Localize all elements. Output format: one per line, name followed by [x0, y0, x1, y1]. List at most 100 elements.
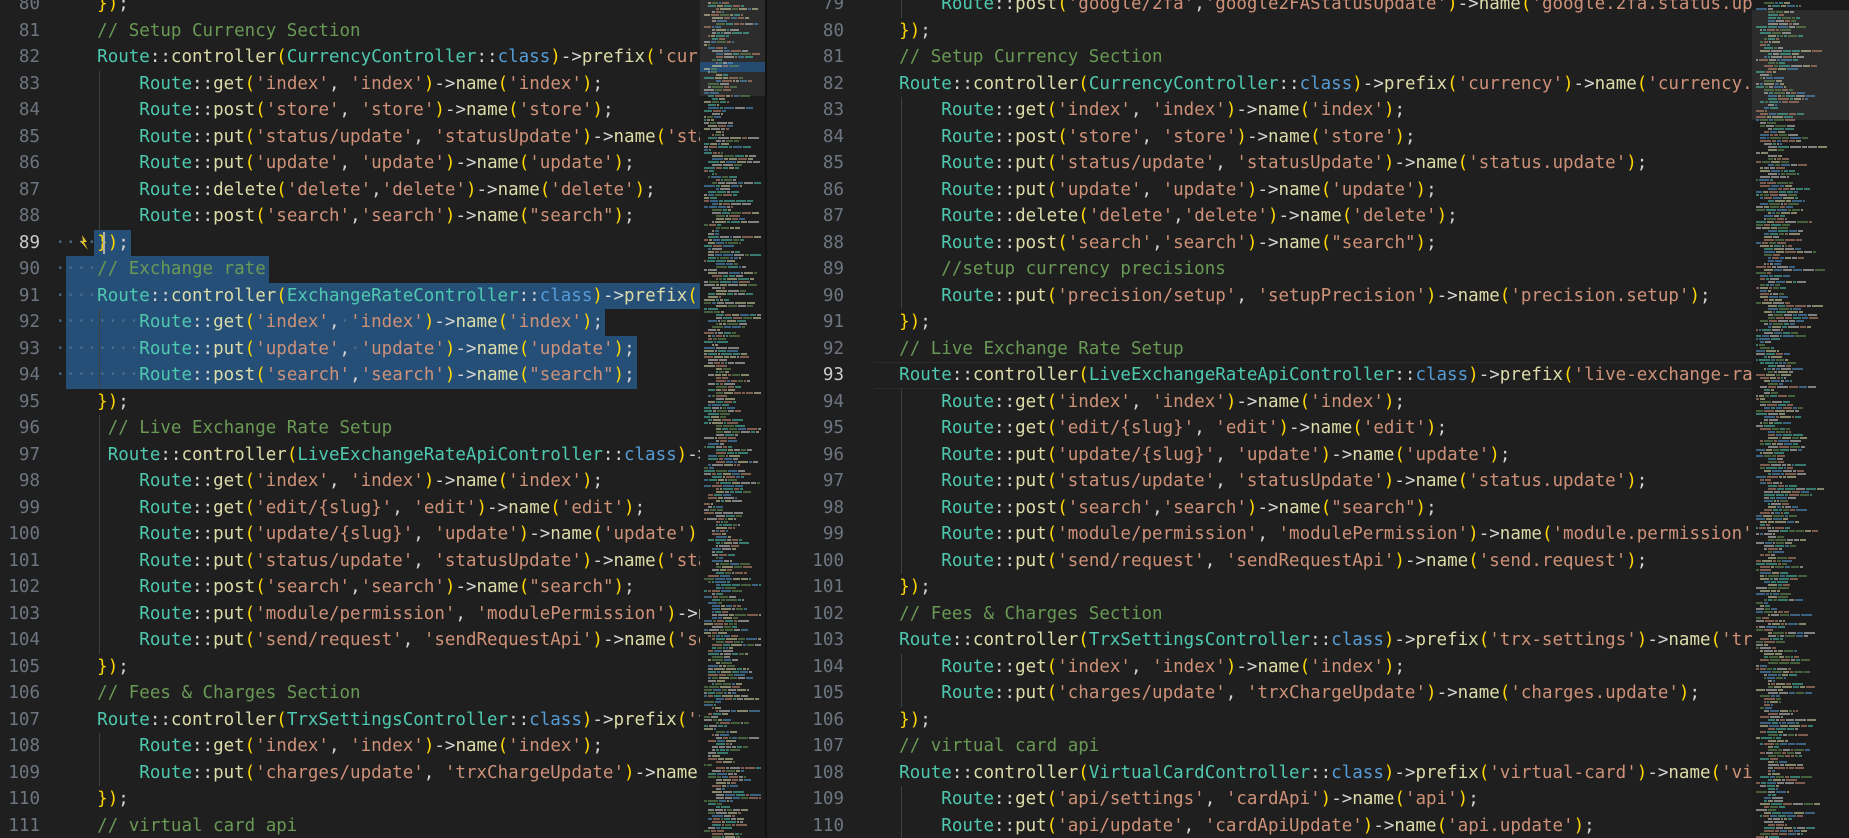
left-code-line[interactable]: 83 Route::get('index', 'index')->name('i…: [0, 71, 700, 98]
code-text[interactable]: // Live Exchange Rate Setup: [857, 336, 1183, 363]
code-text[interactable]: Route::put('module/permission', 'moduleP…: [857, 521, 1752, 548]
left-code-line[interactable]: 110 });: [0, 786, 700, 813]
code-text[interactable]: Route::delete('delete','delete')->name('…: [55, 177, 655, 204]
left-code-line[interactable]: 107 Route::controller(TrxSettingsControl…: [0, 707, 700, 734]
code-text[interactable]: Route::post('google/2fa','google2FAStatu…: [857, 0, 1752, 18]
code-text[interactable]: Route::get('index', 'index')->name('inde…: [857, 97, 1405, 124]
code-text[interactable]: Route::get('index', 'index')->name('inde…: [55, 71, 603, 98]
right-minimap[interactable]: [1752, 0, 1849, 838]
right-code-line[interactable]: 88 Route::post('search','search')->name(…: [767, 230, 1752, 257]
right-code-line[interactable]: 108 Route::controller(VirtualCardControl…: [767, 760, 1752, 787]
right-code-line[interactable]: 99 Route::put('module/permission', 'modu…: [767, 521, 1752, 548]
right-code-line[interactable]: 107 // virtual card api: [767, 733, 1752, 760]
code-text[interactable]: Route::get('edit/{slug}', 'edit')->name(…: [857, 415, 1447, 442]
code-text[interactable]: });: [857, 18, 931, 45]
left-code-line[interactable]: 89····});: [0, 230, 700, 257]
right-code-line[interactable]: 84 Route::post('store', 'store')->name('…: [767, 124, 1752, 151]
code-text[interactable]: Route::put('update/{slug}', 'update')->n…: [857, 442, 1510, 469]
left-code-line[interactable]: 104 Route::put('send/request', 'sendRequ…: [0, 627, 700, 654]
right-code-line[interactable]: 80 });: [767, 18, 1752, 45]
left-code-line[interactable]: 88 Route::post('search','search')->name(…: [0, 203, 700, 230]
code-text[interactable]: Route::put('send/request', 'sendRequestA…: [55, 627, 700, 654]
code-text[interactable]: Route::put('update', 'update')->name('up…: [55, 150, 634, 177]
left-code-line[interactable]: 102 Route::post('search','search')->name…: [0, 574, 700, 601]
right-code-area[interactable]: 79 Route::post('google/2fa','google2FASt…: [767, 0, 1752, 838]
left-code-line[interactable]: 84 Route::post('store', 'store')->name('…: [0, 97, 700, 124]
left-code-line[interactable]: 98 Route::get('index', 'index')->name('i…: [0, 468, 700, 495]
right-code-line[interactable]: 83 Route::get('index', 'index')->name('i…: [767, 97, 1752, 124]
code-text[interactable]: //setup currency precisions: [857, 256, 1225, 283]
left-code-line[interactable]: 99 Route::get('edit/{slug}', 'edit')->na…: [0, 495, 700, 522]
code-text[interactable]: ········Route::post('search','search')->…: [55, 362, 635, 389]
code-text[interactable]: Route::get('api/settings', 'cardApi')->n…: [857, 786, 1478, 813]
code-text[interactable]: ········Route::put('update',·'update')->…: [55, 336, 635, 363]
right-code-line[interactable]: 97 Route::put('status/update', 'statusUp…: [767, 468, 1752, 495]
code-text[interactable]: // Live Exchange Rate Setup: [55, 415, 392, 442]
left-code-line[interactable]: 109 Route::put('charges/update', 'trxCha…: [0, 760, 700, 787]
code-text[interactable]: Route::delete('delete','delete')->name('…: [857, 203, 1457, 230]
code-text[interactable]: ····Route::controller(ExchangeRateContro…: [55, 283, 700, 310]
right-code-line[interactable]: 90 Route::put('precision/setup', 'setupP…: [767, 283, 1752, 310]
code-text[interactable]: Route::post('search','search')->name("se…: [857, 495, 1436, 522]
right-code-line[interactable]: 96 Route::put('update/{slug}', 'update')…: [767, 442, 1752, 469]
code-text[interactable]: // Fees & Charges Section: [857, 601, 1162, 628]
right-code-line[interactable]: 101 });: [767, 574, 1752, 601]
left-code-line[interactable]: 111 // virtual card api: [0, 813, 700, 838]
code-text[interactable]: Route::post('search','search')->name("se…: [55, 574, 634, 601]
code-text[interactable]: Route::put('charges/update', 'trxChargeU…: [857, 680, 1700, 707]
code-text[interactable]: Route::put('update/{slug}', 'update')->n…: [55, 521, 700, 548]
right-code-line[interactable]: 102 // Fees & Charges Section: [767, 601, 1752, 628]
right-code-line[interactable]: 91 });: [767, 309, 1752, 336]
left-code-line[interactable]: 92 ········Route::get('index',·'index')->…: [0, 309, 700, 336]
code-text[interactable]: });: [55, 0, 129, 18]
code-text[interactable]: Route::controller(TrxSettingsController:…: [55, 707, 700, 734]
right-code-line[interactable]: 103 Route::controller(TrxSettingsControl…: [767, 627, 1752, 654]
left-code-line[interactable]: 95 });: [0, 389, 700, 416]
left-code-line[interactable]: 82 Route::controller(CurrencyController:…: [0, 44, 700, 71]
code-text[interactable]: Route::controller(LiveExchangeRateApiCon…: [857, 362, 1752, 389]
right-code-line[interactable]: 86 Route::put('update', 'update')->name(…: [767, 177, 1752, 204]
code-text[interactable]: Route::put('status/update', 'statusUpdat…: [857, 150, 1647, 177]
right-editor-pane[interactable]: 79 Route::post('google/2fa','google2FASt…: [767, 0, 1752, 838]
left-code-line[interactable]: 103 Route::put('module/permission', 'mod…: [0, 601, 700, 628]
right-code-line[interactable]: 89 //setup currency precisions: [767, 256, 1752, 283]
code-text[interactable]: });: [55, 389, 129, 416]
left-code-line[interactable]: 90 ····// Exchange rate: [0, 256, 700, 283]
code-text[interactable]: Route::post('search','search')->name("se…: [55, 203, 634, 230]
code-text[interactable]: });: [857, 574, 931, 601]
left-code-area[interactable]: 80 }); 81 // Setup Currency Section 82 Rou…: [0, 0, 700, 838]
right-code-line[interactable]: 87 Route::delete('delete','delete')->nam…: [767, 203, 1752, 230]
right-code-line[interactable]: 95 Route::get('edit/{slug}', 'edit')->na…: [767, 415, 1752, 442]
code-text[interactable]: Route::put('api/update', 'cardApiUpdate'…: [857, 813, 1594, 838]
right-code-line[interactable]: 109 Route::get('api/settings', 'cardApi'…: [767, 786, 1752, 813]
code-text[interactable]: ····// Exchange rate: [55, 256, 266, 283]
right-code-line[interactable]: 100 Route::put('send/request', 'sendRequ…: [767, 548, 1752, 575]
left-code-line[interactable]: 86 Route::put('update', 'update')->name(…: [0, 150, 700, 177]
code-text[interactable]: Route::put('status/update', 'statusUpdat…: [857, 468, 1647, 495]
code-text[interactable]: // Setup Currency Section: [857, 44, 1162, 71]
code-text[interactable]: Route::get('index', 'index')->name('inde…: [55, 733, 603, 760]
left-code-line[interactable]: 106 // Fees & Charges Section: [0, 680, 700, 707]
right-code-line[interactable]: 106 });: [767, 707, 1752, 734]
code-text[interactable]: // Fees & Charges Section: [55, 680, 360, 707]
code-text[interactable]: // virtual card api: [857, 733, 1099, 760]
code-text[interactable]: Route::post('store', 'store')->name('sto…: [857, 124, 1415, 151]
code-text[interactable]: Route::controller(CurrencyController::cl…: [857, 71, 1752, 98]
left-minimap[interactable]: [700, 0, 765, 838]
right-code-line[interactable]: 79 Route::post('google/2fa','google2FASt…: [767, 0, 1752, 18]
right-code-line[interactable]: 81 // Setup Currency Section: [767, 44, 1752, 71]
code-text[interactable]: Route::controller(TrxSettingsController:…: [857, 627, 1752, 654]
left-code-line[interactable]: 108 Route::get('index', 'index')->name('…: [0, 733, 700, 760]
code-text[interactable]: Route::get('index', 'index')->name('inde…: [55, 468, 603, 495]
code-text[interactable]: Route::put('update', 'update')->name('up…: [857, 177, 1436, 204]
left-code-line[interactable]: 93 ········Route::put('update',·'update')…: [0, 336, 700, 363]
code-text[interactable]: Route::put('status/update', 'statusUpdat…: [55, 548, 700, 575]
code-text[interactable]: Route::put('send/request', 'sendRequestA…: [857, 548, 1647, 575]
right-code-line[interactable]: 85 Route::put('status/update', 'statusUp…: [767, 150, 1752, 177]
right-code-line[interactable]: 93 Route::controller(LiveExchangeRateApi…: [767, 362, 1752, 389]
code-text[interactable]: Route::put('charges/update', 'trxChargeU…: [55, 760, 700, 787]
lightbulb-autofix-icon[interactable]: [76, 234, 92, 257]
left-code-line[interactable]: 97 Route::controller(LiveExchangeRateApi…: [0, 442, 700, 469]
right-code-line[interactable]: 110 Route::put('api/update', 'cardApiUpd…: [767, 813, 1752, 838]
right-code-line[interactable]: 82 Route::controller(CurrencyController:…: [767, 71, 1752, 98]
